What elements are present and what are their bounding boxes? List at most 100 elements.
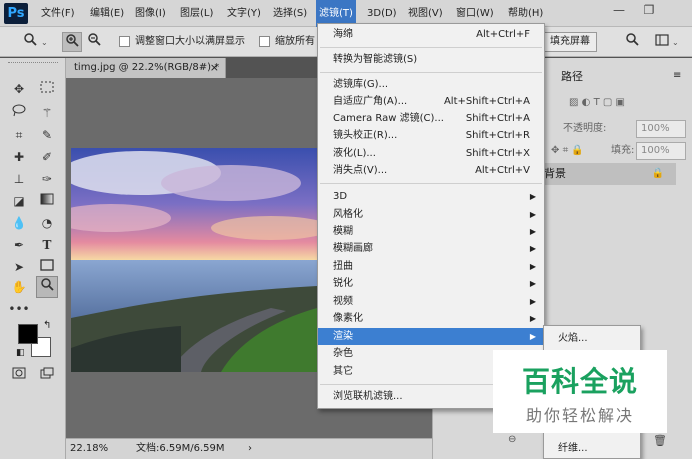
lock-position-icon[interactable]: ✥ (551, 145, 559, 156)
submenu-item-flame[interactable]: 火焰... (558, 330, 588, 347)
chevron-down-icon[interactable]: ⌄ (41, 38, 48, 47)
eyedropper-tool-icon[interactable]: ✎ (36, 124, 58, 146)
move-tool-icon[interactable]: ✥ (8, 78, 30, 100)
menu-item-stylize[interactable]: 风格化 ▶ (318, 206, 544, 223)
type-filter-icon[interactable]: T (594, 97, 600, 108)
status-bar: 22.18% 文档:6.59M/6.59M › (66, 438, 432, 459)
smart-filter-icon[interactable]: ▣ (616, 97, 625, 108)
document-tab[interactable]: timg.jpg @ 22.2%(RGB/8#) * × (66, 58, 226, 78)
path-selection-tool-icon[interactable]: ➤ (8, 256, 30, 278)
layer-row[interactable]: 背景 🔒 (540, 163, 676, 185)
resize-windows-label: 调整窗口大小以满屏显示 (135, 36, 245, 47)
brush-tool-icon[interactable]: ✐ (36, 146, 58, 168)
opacity-label: 不透明度: (563, 123, 607, 134)
watermark: 百科全说 助你轻松解决 (493, 350, 667, 433)
submenu-arrow-icon: ▶ (529, 262, 536, 271)
trash-icon[interactable]: 🗑 (653, 434, 667, 447)
type-tool-icon[interactable]: T (36, 234, 58, 256)
menu-separator (320, 47, 542, 48)
menu-type[interactable]: 文字(Y) (227, 0, 261, 27)
layer-filter-icons[interactable]: ▨ ◐ T ▢ ▣ (569, 94, 687, 112)
watermark-title: 百科全说 (521, 365, 638, 398)
canvas-image[interactable] (71, 148, 317, 372)
workspace-icon[interactable] (652, 32, 672, 52)
quick-mask-icon[interactable] (8, 364, 30, 386)
lock-all-icon[interactable]: 🔒 (571, 145, 583, 156)
lock-icons[interactable]: ✥ ⌗ 🔒 (551, 142, 584, 160)
link-layers-icon[interactable]: ⊖ (508, 434, 516, 445)
menu-separator (320, 72, 542, 73)
chevron-right-icon[interactable]: › (248, 439, 252, 459)
swap-colors-icon[interactable]: ↰ (43, 320, 51, 331)
lasso-tool-icon[interactable] (8, 102, 30, 124)
zoom-tool-icon[interactable] (36, 276, 58, 298)
zoom-level[interactable]: 22.18% (70, 439, 108, 459)
crop-tool-icon[interactable]: ⌗ (8, 124, 30, 146)
history-brush-tool-icon[interactable]: ✑ (36, 168, 58, 190)
rectangle-tool-icon[interactable] (36, 256, 58, 278)
submenu-arrow-icon: ▶ (529, 297, 536, 306)
foreground-color-swatch[interactable] (18, 324, 38, 344)
menu-item-convert-smart-filters[interactable]: 转换为智能滤镜(S) (318, 51, 544, 68)
menu-separator (320, 183, 542, 184)
more-tools-icon[interactable]: ••• (8, 298, 30, 320)
restore-button[interactable]: ❐ (635, 0, 663, 22)
menu-item-sharpen[interactable]: 锐化 ▶ (318, 275, 544, 292)
menu-item-camera-raw[interactable]: Camera Raw 滤镜(C)... Shift+Ctrl+A (318, 110, 544, 127)
zoom-out-icon[interactable] (84, 32, 104, 52)
submenu-arrow-icon: ▶ (529, 332, 536, 341)
menu-item-pixelate[interactable]: 像素化 ▶ (318, 310, 544, 327)
menu-item-blur[interactable]: 模糊 ▶ (318, 223, 544, 240)
opacity-field[interactable]: 100% (636, 120, 686, 138)
close-tab-icon[interactable]: × (210, 58, 219, 78)
menu-item-video[interactable]: 视频 ▶ (318, 293, 544, 310)
panel-menu-icon[interactable]: ≡ (673, 70, 681, 81)
healing-brush-tool-icon[interactable]: ✚ (8, 146, 30, 168)
resize-windows-checkbox[interactable] (119, 36, 130, 47)
menu-select[interactable]: 选择(S) (273, 0, 307, 27)
shape-filter-icon[interactable]: ▢ (603, 97, 612, 108)
magic-wand-tool-icon[interactable]: ⚚ (36, 102, 58, 124)
fill-field[interactable]: 100% (636, 142, 686, 160)
zoom-in-icon[interactable] (62, 32, 82, 52)
clone-stamp-tool-icon[interactable]: ⊥ (8, 168, 30, 190)
chevron-down-icon[interactable]: ⌄ (672, 38, 679, 47)
menu-item-filter-gallery[interactable]: 滤镜库(G)... (318, 76, 544, 93)
gradient-tool-icon[interactable] (36, 190, 58, 212)
menu-item-lens-correction[interactable]: 镜头校正(R)... Shift+Ctrl+R (318, 127, 544, 144)
adjustment-filter-icon[interactable]: ◐ (582, 97, 591, 108)
fill-screen-button[interactable]: 填充屏幕 (543, 32, 597, 52)
watermark-subtitle: 助你轻松解决 (525, 406, 634, 425)
menu-image[interactable]: 图像(I) (135, 0, 166, 27)
fill-label: 填充: (611, 145, 635, 156)
menu-edit[interactable]: 编辑(E) (90, 0, 124, 27)
zoom-all-checkbox[interactable] (259, 36, 270, 47)
menu-layer[interactable]: 图层(L) (180, 0, 213, 27)
search-icon[interactable] (622, 32, 642, 52)
menu-item-vanishing-point[interactable]: 消失点(V)... Alt+Ctrl+V (318, 162, 544, 179)
submenu-item-fibers[interactable]: 纤维... (558, 440, 588, 457)
hand-tool-icon[interactable]: ✋ (8, 276, 30, 298)
marquee-tool-icon[interactable] (36, 78, 58, 100)
lock-artboard-icon[interactable]: ⌗ (563, 145, 569, 156)
eraser-tool-icon[interactable]: ◪ (8, 190, 30, 212)
menu-item-distort[interactable]: 扭曲 ▶ (318, 258, 544, 275)
minimize-button[interactable]: — (605, 0, 633, 22)
menu-file[interactable]: 文件(F) (41, 0, 75, 27)
menu-item-3d[interactable]: 3D ▶ (318, 188, 544, 205)
menu-item-blur-gallery[interactable]: 模糊画廊 ▶ (318, 240, 544, 257)
menu-item-adaptive-wide-angle[interactable]: 自适应广角(A)... Alt+Shift+Ctrl+A (318, 93, 544, 110)
screen-mode-icon[interactable] (36, 364, 58, 386)
menu-item-last-filter[interactable]: 海绵 Alt+Ctrl+F (318, 26, 544, 43)
pixel-filter-icon[interactable]: ▨ (569, 97, 578, 108)
blur-tool-icon[interactable]: 💧 (8, 212, 30, 234)
default-colors-icon[interactable]: ◧ (16, 348, 25, 358)
tab-paths[interactable]: 路径 (561, 66, 583, 88)
submenu-arrow-icon: ▶ (529, 210, 536, 219)
toolbar-grip[interactable] (8, 62, 58, 64)
zoom-tool-preset-icon[interactable] (20, 32, 40, 52)
menu-item-render[interactable]: 渲染 ▶ (318, 328, 544, 345)
menu-item-liquify[interactable]: 液化(L)... Shift+Ctrl+X (318, 145, 544, 162)
dodge-tool-icon[interactable]: ◔ (36, 212, 58, 234)
pen-tool-icon[interactable]: ✒ (8, 234, 30, 256)
